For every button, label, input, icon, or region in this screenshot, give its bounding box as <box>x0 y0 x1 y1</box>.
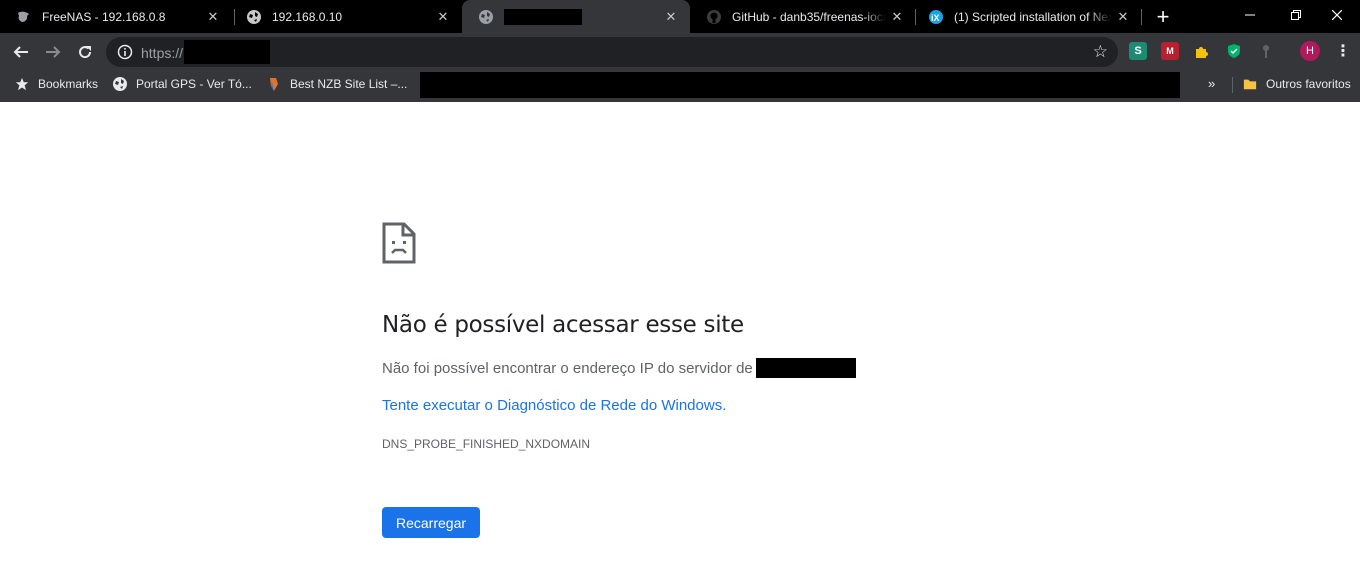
error-message-text: Não foi possível encontrar o endereço IP… <box>382 359 753 377</box>
tab-title: FreeNAS - 192.168.0.8 <box>42 9 166 24</box>
arrow-left-icon <box>13 46 28 58</box>
bookmark-item-portal-gps[interactable]: Portal GPS - Ver Tó... <box>112 70 252 98</box>
menu-icon[interactable]: ⋮ <box>1334 41 1352 61</box>
tab-scripted-installation[interactable]: iX (1) Scripted installation of Next ✕ <box>912 0 1142 33</box>
reload-icon <box>79 46 92 59</box>
svg-text:iX: iX <box>931 13 940 23</box>
tab-active[interactable]: ✕ <box>462 0 690 33</box>
error-message: Não foi possível encontrar o endereço IP… <box>382 358 856 378</box>
sad-page-icon <box>382 222 416 264</box>
close-icon[interactable]: ✕ <box>660 6 682 28</box>
reload-page-button[interactable]: Recarregar <box>382 507 480 538</box>
new-tab-button[interactable]: + <box>1150 4 1176 30</box>
github-icon <box>706 9 722 25</box>
tab-separator <box>1141 9 1142 25</box>
redacted-hostname <box>755 358 856 378</box>
tab-github[interactable]: GitHub - danb35/freenas-iocage ✕ <box>690 0 916 33</box>
m-extension-icon[interactable]: M <box>1161 42 1179 60</box>
redacted-tab-title <box>504 8 582 25</box>
address-bar[interactable]: https:// ☆ <box>106 37 1118 67</box>
bookmark-label: Best NZB Site List –... <box>290 77 408 91</box>
forward-button[interactable] <box>38 37 68 67</box>
reload-button[interactable] <box>70 37 100 67</box>
network-diagnostics-link[interactable]: Tente executar o Diagnóstico de Rede do … <box>382 397 726 414</box>
error-page: Não é possível acessar esse site Não foi… <box>0 102 1360 578</box>
redacted-bookmarks <box>420 72 1180 98</box>
nzb-icon <box>266 76 282 92</box>
tab-title: 192.168.0.10 <box>272 9 343 24</box>
close-window-button[interactable] <box>1314 0 1360 30</box>
puzzle-icon[interactable] <box>1193 42 1211 60</box>
tab-title: (1) Scripted installation of Next <box>954 9 1112 24</box>
ix-icon: iX <box>928 9 944 25</box>
folder-icon <box>1242 76 1258 92</box>
close-icon[interactable]: ✕ <box>886 6 908 28</box>
tab-freenas[interactable]: FreeNAS - 192.168.0.8 ✕ <box>0 0 232 33</box>
error-code: DNS_PROBE_FINISHED_NXDOMAIN <box>382 437 591 451</box>
bookmark-label: Outros favoritos <box>1266 77 1351 91</box>
minimize-icon <box>1245 14 1255 16</box>
bookmark-item-best-nzb[interactable]: Best NZB Site List –... <box>266 70 407 98</box>
restore-button[interactable] <box>1273 0 1319 30</box>
toolbar: https:// ☆ S M H ⋮ <box>0 33 1360 70</box>
tab-strip: FreeNAS - 192.168.0.8 ✕ 192.168.0.10 ✕ ✕… <box>0 0 1360 33</box>
shield-icon[interactable] <box>1225 42 1243 60</box>
bookmark-label: Bookmarks <box>38 77 99 91</box>
close-icon[interactable]: ✕ <box>1112 6 1134 28</box>
globe-icon <box>478 9 494 25</box>
page-title: Não é possível acessar esse site <box>382 312 744 338</box>
globe-icon <box>112 76 128 92</box>
bookmark-item-bookmarks[interactable]: Bookmarks <box>14 70 98 98</box>
info-icon[interactable] <box>117 44 133 60</box>
tab-192-168-0-10[interactable]: 192.168.0.10 ✕ <box>230 0 462 33</box>
star-icon <box>14 76 30 92</box>
profile-avatar[interactable]: H <box>1300 41 1320 61</box>
close-icon[interactable]: ✕ <box>202 6 224 28</box>
arrow-right-icon <box>46 46 61 58</box>
bookmark-star-icon[interactable]: ☆ <box>1093 42 1108 62</box>
close-icon[interactable]: ✕ <box>432 6 454 28</box>
globe-icon <box>246 9 262 25</box>
other-bookmarks-folder[interactable]: Outros favoritos <box>1242 70 1351 98</box>
close-icon <box>1332 10 1342 20</box>
back-button[interactable] <box>6 37 36 67</box>
bookmark-label: Portal GPS - Ver Tó... <box>136 77 252 91</box>
more-bookmarks-chevron-icon[interactable]: » <box>1208 76 1215 91</box>
url-text: https:// <box>141 45 184 61</box>
tab-title: GitHub - danb35/freenas-iocage <box>732 9 886 24</box>
key-icon[interactable] <box>1257 42 1275 60</box>
bookmarks-separator <box>1232 77 1233 93</box>
s-extension-icon[interactable]: S <box>1129 42 1147 60</box>
minimize-button[interactable] <box>1227 0 1273 30</box>
redacted-url <box>184 40 270 64</box>
restore-icon <box>1291 10 1301 20</box>
freenas-icon <box>16 9 32 25</box>
bookmarks-bar: Bookmarks Portal GPS - Ver Tó... Best NZ… <box>0 70 1360 102</box>
